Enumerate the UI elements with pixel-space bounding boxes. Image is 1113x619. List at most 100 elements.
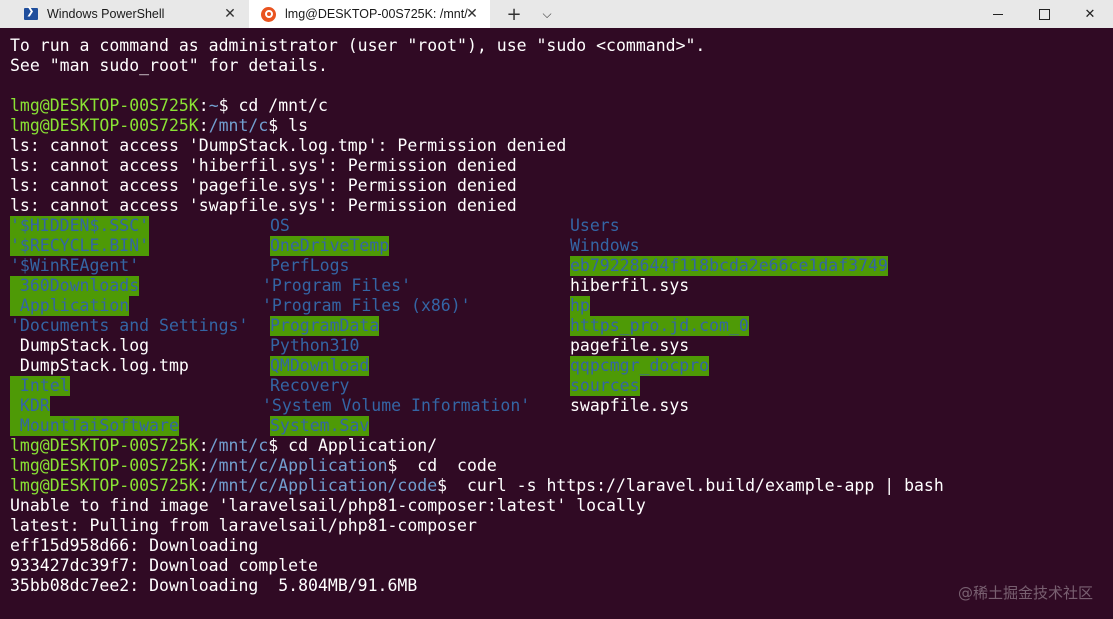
ls-entry: qqpcmgr_docpro [570,356,710,376]
tab-ubuntu[interactable]: lmg@DESKTOP-00S725K: /mnt/ ✕ [249,0,490,28]
ls-entry: DumpStack.log.tmp [10,356,189,375]
error-line: ls: cannot access 'pagefile.sys': Permis… [10,176,517,195]
output-line: 933427dc39f7: Download complete [10,556,318,575]
error-line: ls: cannot access 'hiberfil.sys': Permis… [10,156,517,175]
command-text: ls [288,116,309,135]
terminal-line: To run a command as administrator (user … [10,36,706,55]
minimize-button[interactable] [975,0,1021,28]
tab-title: Windows PowerShell [47,7,165,21]
ls-entry: Recovery [270,376,350,395]
prompt-dollar: $ [387,456,408,475]
ls-row: '$HIDDEN$.SSC' OS Users [10,216,1113,236]
prompt-line: lmg@DESKTOP-00S725K:/mnt/c/Application$ … [10,456,1113,476]
output-line: Unable to find image 'laravelsail/php81-… [10,496,646,515]
command-text: cd code [407,456,497,475]
ls-entry: 'Program Files' [262,276,412,295]
terminal-line: See "man sudo_root" for details. [10,56,328,75]
command-text: cd Application/ [288,436,438,455]
prompt-colon: : [198,116,209,135]
ls-entry: Application [10,296,130,316]
ls-entry: '$RECYCLE.BIN' [10,236,150,256]
prompt-colon: : [198,456,209,475]
ls-entry: eb79228644f118bcda2e66ce1daf3749 [570,256,888,276]
terminal-output[interactable]: To run a command as administrator (user … [10,36,1113,596]
new-tab-button[interactable]: + [500,0,528,28]
prompt-dollar: $ [218,96,239,115]
prompt-path: /mnt/c [208,116,269,135]
prompt-path: /mnt/c/Application/code [208,476,438,495]
tab-title: lmg@DESKTOP-00S725K: /mnt/ [285,7,468,21]
ls-entry: Users [570,216,620,235]
ls-entry: '$HIDDEN$.SSC' [10,216,150,236]
ls-row: Intel Recovery sources [10,376,1113,396]
prompt-path: /mnt/c/Application [208,456,388,475]
maximize-icon [1038,8,1050,20]
prompt-user: lmg@DESKTOP-00S725K [10,116,199,135]
prompt-line: lmg@DESKTOP-00S725K:/mnt/c$ ls [10,116,1113,136]
prompt-user: lmg@DESKTOP-00S725K [10,96,199,115]
ls-row: 360Downloads 'Program Files' hiberfil.sys [10,276,1113,296]
ls-entry: Windows [570,236,640,255]
watermark: @稀土掘金技术社区 [957,584,1093,602]
ls-entry: hp [570,296,590,316]
ls-row: '$WinREAgent' PerfLogs eb79228644f118bcda2… [10,256,1113,276]
prompt-dollar: $ [268,116,289,135]
ls-entry: 'Documents and Settings' [10,316,249,335]
ls-entry: QMDownload [270,356,370,376]
prompt-colon: : [198,436,209,455]
error-line: ls: cannot access 'swapfile.sys': Permis… [10,196,517,215]
tab-windows-powershell[interactable]: Windows PowerShell ✕ [0,0,248,28]
prompt-user: lmg@DESKTOP-00S725K [10,476,199,495]
maximize-button[interactable] [1021,0,1067,28]
prompt-dollar: $ [437,476,458,495]
prompt-colon: : [198,96,209,115]
error-line: ls: cannot access 'DumpStack.log.tmp': P… [10,136,567,155]
ls-entry: KDR [10,396,50,416]
tab-bar: Windows PowerShell ✕ lmg@DESKTOP-00S725K… [0,0,1113,28]
ls-entry: Python310 [270,336,360,355]
prompt-path: ~ [208,96,219,115]
ls-entry: pagefile.sys [570,336,690,355]
ls-row: 'Documents and Settings' ProgramData https… [10,316,1113,336]
close-tab-icon[interactable]: ✕ [464,6,480,22]
ls-entry: OneDriveTemp [270,236,390,256]
prompt-line: lmg@DESKTOP-00S725K:~$ cd /mnt/c [10,96,1113,116]
ls-row: DumpStack.log.tmp QMDownload qqpcmgr_docpr… [10,356,1113,376]
prompt-line: lmg@DESKTOP-00S725K:/mnt/c$ cd Applicati… [10,436,1113,456]
ls-entry: ProgramData [270,316,380,336]
prompt-user: lmg@DESKTOP-00S725K [10,456,199,475]
minimize-icon [993,13,1003,15]
ls-entry: OS [270,216,290,235]
close-window-button[interactable]: ✕ [1067,0,1113,28]
output-line: latest: Pulling from laravelsail/php81-c… [10,516,477,535]
prompt-path: /mnt/c [208,436,269,455]
ls-entry: MountTaiSoftware [10,416,179,436]
ubuntu-icon [261,6,276,22]
ls-entry: PerfLogs [270,256,350,275]
ls-entry: System.Sav [270,416,370,436]
close-tab-icon[interactable]: ✕ [222,6,238,22]
ls-row: KDR 'System Volume Information' swapfile.s… [10,396,1113,416]
ls-entry: Intel [10,376,70,396]
ls-row: Application 'Program Files (x86)' hp [10,296,1113,316]
prompt-line: lmg@DESKTOP-00S725K:/mnt/c/Application/c… [10,476,1113,496]
output-line: eff15d958d66: Downloading [10,536,259,555]
prompt-colon: : [198,476,209,495]
output-line: 35bb08dc7ee2: Downloading 5.804MB/91.6MB [10,576,418,595]
chevron-down-icon[interactable]: ⌵ [533,0,561,28]
ls-entry: 'System Volume Information' [262,396,531,415]
ls-row: '$RECYCLE.BIN' OneDriveTemp Windows [10,236,1113,256]
ls-entry: 360Downloads [10,276,140,296]
ls-entry: swapfile.sys [570,396,690,415]
prompt-dollar: $ [268,436,289,455]
ls-entry: https_pro.jd.com_0 [570,316,749,336]
ls-row: MountTaiSoftware System.Sav [10,416,1113,436]
prompt-user: lmg@DESKTOP-00S725K [10,436,199,455]
powershell-icon [24,6,38,20]
ls-entry: 'Program Files (x86)' [262,296,471,315]
ls-entry: DumpStack.log [10,336,150,355]
ls-entry: sources [570,376,640,396]
ls-entry: hiberfil.sys [570,276,690,295]
command-text: curl -s https://laravel.build/example-ap… [457,476,944,495]
